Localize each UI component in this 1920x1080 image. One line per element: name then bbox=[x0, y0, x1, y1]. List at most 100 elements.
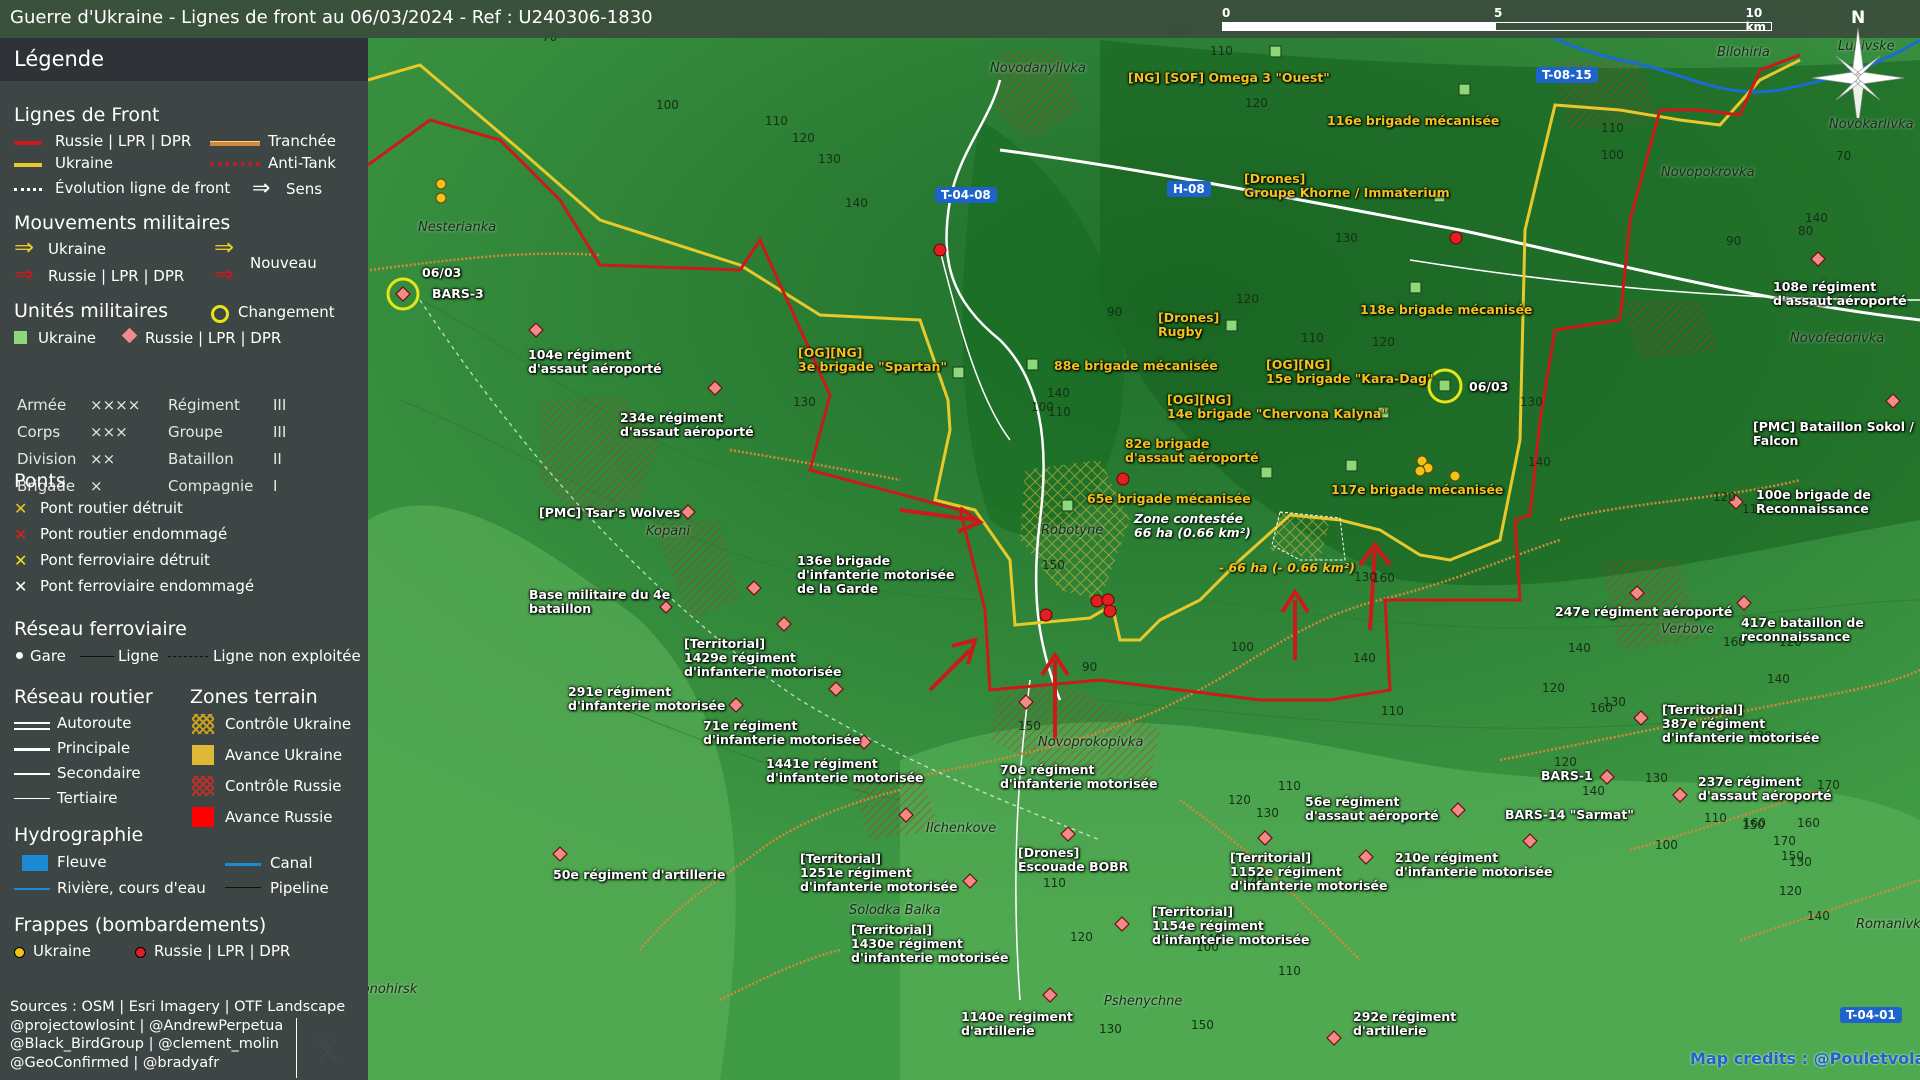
legend-ukraine-line: Ukraine bbox=[55, 154, 113, 172]
place-label: Kopani bbox=[646, 524, 691, 539]
russia-unit-label: 237e régiment d'assaut aéroporté bbox=[1698, 774, 1832, 803]
legend-title: Légende bbox=[14, 47, 105, 71]
russia-unit-label: 70e régiment d'infanterie motorisée bbox=[1000, 762, 1158, 791]
elevation-label: 100 bbox=[1655, 838, 1678, 852]
ukraine-unit-icon bbox=[14, 331, 27, 344]
russia-move-icon: ⇒ bbox=[14, 260, 35, 288]
legend-move-ukraine: Ukraine bbox=[48, 240, 106, 258]
russia-strike-icon bbox=[135, 947, 146, 958]
russia-unit-label: 234e régiment d'assaut aéroporté bbox=[620, 410, 754, 439]
russia-unit-label: [Territorial] 1154e régiment d'infanteri… bbox=[1152, 904, 1310, 947]
legend-terrain-item: Contrôle Russie bbox=[225, 777, 342, 795]
rail-unused-icon bbox=[168, 656, 208, 657]
elevation-label: 120 bbox=[792, 131, 815, 145]
ukraine-unit-label: [Drones] Groupe Khorne / Immaterium bbox=[1244, 171, 1450, 200]
ukraine-unit-label: 116e brigade mécanisée bbox=[1327, 113, 1500, 128]
elevation-label: 130 bbox=[1645, 771, 1668, 785]
elevation-label: 120 bbox=[1372, 335, 1395, 349]
place-label: Ilchenkove bbox=[926, 821, 997, 836]
legend-rail-line: Ligne bbox=[118, 647, 159, 665]
elevation-label: 90 bbox=[1082, 660, 1098, 674]
elevation-label: 120 bbox=[1542, 681, 1565, 695]
elevation-label: 140 bbox=[1568, 641, 1591, 655]
russia-line-icon bbox=[14, 141, 42, 145]
elevation-label: 130 bbox=[818, 152, 841, 166]
russia-control-icon bbox=[192, 776, 214, 796]
north-arrow: N bbox=[1808, 8, 1908, 129]
road-tag-t0401: T-04-01 bbox=[1840, 1007, 1902, 1023]
legend-bridge-item: Pont routier endommagé bbox=[40, 525, 228, 543]
road-tag-h08: H-08 bbox=[1167, 181, 1211, 197]
russia-unit-label: BARS-1 bbox=[1541, 768, 1593, 783]
elevation-label: 140 bbox=[1047, 386, 1070, 400]
elevation-label: 130 bbox=[1335, 231, 1358, 245]
elevation-label: 110 bbox=[1278, 779, 1301, 793]
legend-section-rail: Réseau ferroviaire bbox=[14, 618, 187, 640]
elevation-label: 120 bbox=[1228, 793, 1251, 807]
place-label: Nesterianka bbox=[418, 220, 497, 235]
elevation-label: 100 bbox=[1231, 640, 1254, 654]
elevation-label: 120 bbox=[1070, 930, 1093, 944]
elevation-label: 130 bbox=[793, 395, 816, 409]
elevation-label: 100 bbox=[1031, 400, 1054, 414]
place-label: Novokarlivka bbox=[1829, 117, 1914, 132]
legend-strike-russia: Russie | LPR | DPR bbox=[154, 942, 291, 960]
unit-size-symbol: × bbox=[90, 477, 103, 495]
elevation-label: 90 bbox=[1726, 234, 1742, 248]
road-tag-t0408: T-04-08 bbox=[935, 187, 997, 203]
legend-move-russia: Russie | LPR | DPR bbox=[48, 267, 185, 285]
rail-line-icon bbox=[80, 656, 114, 657]
unit-size-name: Corps bbox=[17, 423, 61, 441]
unit-size-symbol: ×× bbox=[90, 450, 116, 468]
legend-section-terrain: Zones terrain bbox=[190, 686, 318, 708]
place-label: Novofedorivka bbox=[1790, 331, 1885, 346]
russia-unit-label: [Territorial] 1429e régiment d'infanteri… bbox=[684, 636, 842, 679]
change-date: 06/03 bbox=[422, 265, 462, 280]
road-bridge-destroyed-icon: ✕ bbox=[14, 499, 28, 518]
road-bridge-damaged-icon: ✕ bbox=[14, 525, 28, 544]
ukraine-unit-label: 65e brigade mécanisée bbox=[1087, 491, 1251, 506]
map-credits: Map credits : @Pouletvolant3 bbox=[1690, 1049, 1920, 1068]
elevation-label: 140 bbox=[1582, 784, 1605, 798]
trench-icon bbox=[210, 141, 260, 146]
russia-unit-label: [Drones] Escouade BOBR bbox=[1018, 845, 1129, 874]
antitank-icon bbox=[210, 162, 260, 166]
russia-unit-label: 1140e régiment d'artillerie bbox=[961, 1009, 1073, 1038]
legend-station: Gare bbox=[30, 647, 66, 665]
legend-direction: Sens bbox=[286, 180, 323, 198]
russia-unit-label: 210e régiment d'infanterie motorisée bbox=[1395, 850, 1553, 879]
change-date: 06/03 bbox=[1469, 379, 1509, 394]
elevation-label: 120 bbox=[1713, 490, 1736, 504]
legend-terrain-item: Avance Russie bbox=[225, 808, 333, 826]
unit-size-name: Bataillon bbox=[168, 450, 234, 468]
legend-russia-line: Russie | LPR | DPR bbox=[55, 132, 192, 150]
russia-unit-label: [Territorial] 387e régiment d'infanterie… bbox=[1662, 702, 1820, 745]
legend-river: Fleuve bbox=[57, 853, 107, 871]
unit-size-symbol: III bbox=[273, 396, 287, 414]
elevation-label: 110 bbox=[1278, 964, 1301, 978]
ukraine-unit-label: [OG][NG] 15e brigade "Kara-Dag" bbox=[1266, 357, 1434, 386]
russia-unit-label: [Territorial] 1430e régiment d'infanteri… bbox=[851, 922, 1009, 965]
elevation-label: 140 bbox=[1767, 672, 1790, 686]
legend-section-front: Lignes de Front bbox=[14, 104, 160, 126]
russia-unit-label: 50e régiment d'artillerie bbox=[553, 867, 726, 882]
legend-section-units: Unités militaires bbox=[14, 300, 169, 322]
pipeline-icon bbox=[225, 887, 261, 888]
elevation-label: 110 bbox=[1601, 121, 1624, 135]
elevation-label: 170 bbox=[1773, 834, 1796, 848]
unit-size-symbol: II bbox=[273, 450, 282, 468]
elevation-label: 90 bbox=[1107, 305, 1123, 319]
russia-unit-label: BARS-14 "Sarmat" bbox=[1505, 807, 1634, 822]
elevation-label: 140 bbox=[1807, 909, 1830, 923]
legend-move-new: Nouveau bbox=[250, 254, 317, 272]
legend-terrain-item: Contrôle Ukraine bbox=[225, 715, 352, 733]
tertiary-road-icon bbox=[14, 798, 50, 799]
elevation-label: 120 bbox=[1554, 755, 1577, 769]
russia-unit-label: 136e brigade d'infanterie motorisée de l… bbox=[797, 553, 955, 596]
sources-text: Sources : OSM | Esri Imagery | OTF Lands… bbox=[10, 999, 346, 1071]
legend-section-roads: Réseau routier bbox=[14, 686, 153, 708]
unit-size-name: Régiment bbox=[168, 396, 240, 414]
divider bbox=[296, 1018, 297, 1078]
loss-zone-label: - 66 ha (- 0.66 km²) bbox=[1219, 560, 1355, 575]
unit-size-name: Division bbox=[17, 450, 77, 468]
